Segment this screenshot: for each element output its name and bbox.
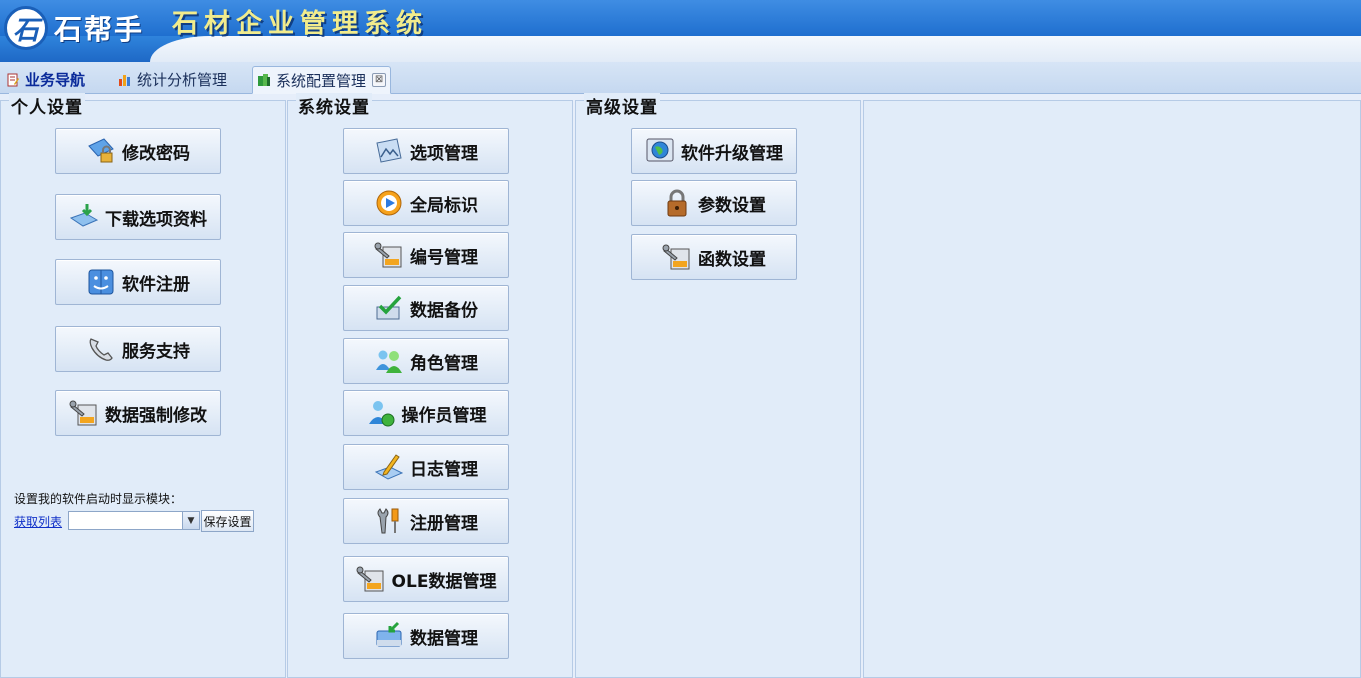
button-label: 软件注册 — [122, 274, 190, 295]
get-list-link[interactable]: 获取列表 — [14, 513, 62, 530]
button-label: 数据备份 — [410, 300, 478, 321]
data-backup-button[interactable]: 数据备份 — [343, 285, 509, 331]
button-label: 下载选项资料 — [105, 209, 207, 230]
button-label: 服务支持 — [122, 341, 190, 362]
button-label: OLE数据管理 — [391, 571, 497, 592]
download-tray-icon — [69, 202, 99, 232]
button-label: 编号管理 — [410, 247, 478, 268]
log-management-button[interactable]: 日志管理 — [343, 444, 509, 490]
software-registration-button[interactable]: 软件注册 — [55, 259, 221, 305]
change-password-button[interactable]: 修改密码 — [55, 128, 221, 174]
registration-management-button[interactable]: 注册管理 — [343, 498, 509, 544]
app-header: 石 石帮手 石材企业管理系统 — [0, 0, 1361, 62]
books-icon — [257, 73, 271, 87]
bar-chart-icon — [118, 73, 132, 87]
button-label: 角色管理 — [410, 353, 478, 374]
function-settings-button[interactable]: 函数设置 — [631, 234, 797, 280]
picture-frame-icon — [374, 136, 404, 166]
backup-check-icon — [374, 293, 404, 323]
button-label: 软件升级管理 — [681, 143, 783, 164]
drive-arrow-icon — [374, 621, 404, 651]
chevron-down-icon[interactable]: ▼ — [182, 512, 199, 529]
brand-name: 石帮手 — [54, 13, 145, 46]
download-options-button[interactable]: 下载选项资料 — [55, 194, 221, 240]
system-settings-panel: 系统设置 选项管理 全局标识 编号管理 数据备份 角色管理 操作员管理 日志管理… — [287, 93, 573, 678]
button-label: 修改密码 — [122, 143, 190, 164]
startup-module-select[interactable]: ▼ — [68, 511, 200, 530]
operator-management-button[interactable]: 操作员管理 — [343, 390, 509, 436]
users-group-icon — [374, 346, 404, 376]
telephone-icon — [86, 334, 116, 364]
service-support-button[interactable]: 服务支持 — [55, 326, 221, 372]
advanced-settings-panel: 高级设置 软件升级管理 参数设置 函数设置 — [575, 93, 861, 678]
system-title: 石材企业管理系统 — [172, 9, 429, 39]
software-upgrade-button[interactable]: 软件升级管理 — [631, 128, 797, 174]
password-lock-icon — [86, 136, 116, 166]
button-label: 数据强制修改 — [105, 405, 207, 426]
globe-screen-icon — [645, 136, 675, 166]
logo-glyph: 石 — [12, 15, 39, 46]
role-management-button[interactable]: 角色管理 — [343, 338, 509, 384]
data-management-button[interactable]: 数据管理 — [343, 613, 509, 659]
notebook-icon — [6, 73, 20, 87]
global-identifier-button[interactable]: 全局标识 — [343, 180, 509, 226]
button-label: 数据管理 — [410, 628, 478, 649]
padlock-icon — [662, 188, 692, 218]
tools-icon — [374, 506, 404, 536]
play-circle-icon — [374, 188, 404, 218]
button-label: 操作员管理 — [401, 405, 487, 426]
user-globe-icon — [366, 398, 396, 428]
wrench-disk-icon — [69, 398, 99, 428]
wrench-disk-icon — [374, 240, 404, 270]
panel-title: 系统设置 — [296, 93, 372, 118]
tab-business-navigation[interactable]: 业务导航 — [2, 66, 89, 93]
button-label: 注册管理 — [410, 513, 478, 534]
save-settings-button[interactable]: 保存设置 — [201, 510, 254, 532]
force-data-modify-button[interactable]: 数据强制修改 — [55, 390, 221, 436]
option-management-button[interactable]: 选项管理 — [343, 128, 509, 174]
tab-bar: 业务导航 统计分析管理 系统配置管理 ⊠ — [0, 62, 1361, 94]
tab-statistics-analysis[interactable]: 统计分析管理 — [114, 66, 231, 93]
ole-data-management-button[interactable]: OLE数据管理 — [343, 556, 509, 602]
panel-title: 高级设置 — [584, 93, 660, 118]
startup-module-label: 设置我的软件启动时显示模块： — [14, 492, 183, 506]
button-label: 日志管理 — [410, 459, 478, 480]
wrench-disk-icon — [662, 242, 692, 272]
button-label: 函数设置 — [698, 249, 766, 270]
button-label: 参数设置 — [698, 195, 766, 216]
pencil-note-icon — [374, 452, 404, 482]
finder-face-icon — [86, 267, 116, 297]
tab-close-icon[interactable]: ⊠ — [372, 73, 387, 87]
tab-label: 业务导航 — [25, 71, 86, 89]
tab-system-config[interactable]: 系统配置管理 ⊠ — [252, 66, 392, 94]
empty-content-panel — [863, 100, 1361, 678]
app-logo-icon: 石 — [4, 6, 48, 50]
personal-settings-panel: 个人设置 修改密码 下载选项资料 软件注册 服务支持 数据强制修改 设置我的软件… — [0, 93, 286, 678]
button-label: 全局标识 — [410, 195, 478, 216]
tab-label: 系统配置管理 — [276, 71, 367, 90]
tab-label: 统计分析管理 — [137, 71, 228, 89]
wrench-disk-icon — [356, 564, 386, 594]
parameter-settings-button[interactable]: 参数设置 — [631, 180, 797, 226]
panel-title: 个人设置 — [9, 93, 85, 118]
button-label: 选项管理 — [410, 143, 478, 164]
number-management-button[interactable]: 编号管理 — [343, 232, 509, 278]
